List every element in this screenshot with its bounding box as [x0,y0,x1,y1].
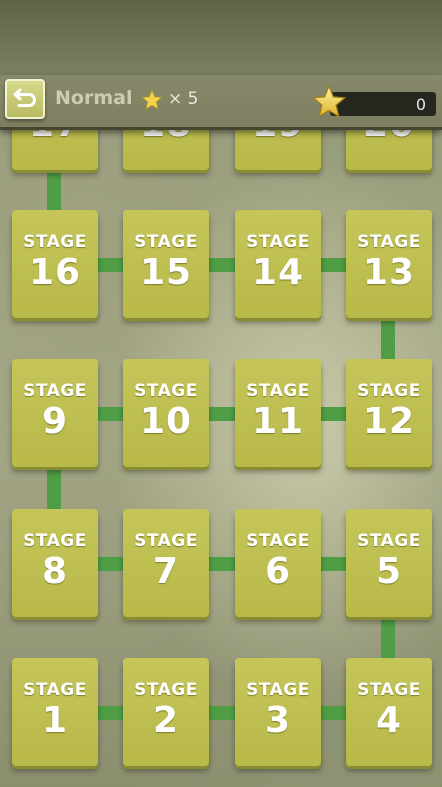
stage-number: 14 [251,252,305,293]
stage-tile-8[interactable]: STAGE 8 [12,509,98,617]
stage-number: 7 [152,551,180,592]
path-connector [97,706,125,720]
star-count: × 5 [168,89,199,109]
top-band-overlay [0,0,442,75]
stage-number: 6 [264,551,292,592]
stage-label: STAGE [23,232,87,252]
stage-number: 5 [375,551,403,592]
stage-label: STAGE [357,680,421,700]
stage-tile-14[interactable]: STAGE 14 [235,210,321,318]
stage-number: 4 [375,700,403,741]
stage-label: STAGE [246,381,310,401]
stage-number: 10 [139,401,193,442]
stage-label: STAGE [357,232,421,252]
path-connector [320,407,348,421]
score-value: 0 [415,95,426,114]
stage-number: 12 [362,401,416,442]
path-connector [381,318,395,363]
star-icon [141,89,163,110]
stage-tile-15[interactable]: STAGE 15 [123,210,209,318]
stage-label: STAGE [357,381,421,401]
stage-tile-1[interactable]: STAGE 1 [12,658,98,766]
stage-tile-4[interactable]: STAGE 4 [346,658,432,766]
stage-number: 8 [41,551,69,592]
stage-label: STAGE [23,531,87,551]
stage-label: STAGE [23,381,87,401]
path-connector [47,467,61,512]
path-connector [47,165,61,215]
path-connector [97,557,125,571]
stage-tile-9[interactable]: STAGE 9 [12,359,98,467]
path-connector [381,617,395,662]
stage-label: STAGE [246,680,310,700]
score-star-icon [311,84,347,118]
path-connector [208,258,236,272]
stage-label: STAGE [134,381,198,401]
stage-label: STAGE [134,531,198,551]
stage-number: 16 [28,252,82,293]
path-connector [208,706,236,720]
header-bar: Normal × 5 0 [0,75,442,130]
stage-number: 11 [251,401,305,442]
stage-tile-16[interactable]: STAGE 16 [12,210,98,318]
path-connector [97,407,125,421]
stage-label: STAGE [357,531,421,551]
path-connector [97,258,125,272]
stage-tile-10[interactable]: STAGE 10 [123,359,209,467]
path-connector [320,258,348,272]
path-connector [208,557,236,571]
stage-tile-12[interactable]: STAGE 12 [346,359,432,467]
stage-tile-11[interactable]: STAGE 11 [235,359,321,467]
stage-tile-6[interactable]: STAGE 6 [235,509,321,617]
stage-number: 13 [362,252,416,293]
stage-number: 1 [41,700,69,741]
back-arrow-icon [13,88,36,107]
stage-label: STAGE [246,232,310,252]
stage-tile-7[interactable]: STAGE 7 [123,509,209,617]
stage-number: 15 [139,252,193,293]
stage-number: 3 [264,700,292,741]
stage-label: STAGE [134,680,198,700]
stage-number: 9 [41,401,69,442]
stage-tile-2[interactable]: STAGE 2 [123,658,209,766]
stage-tile-3[interactable]: STAGE 3 [235,658,321,766]
stage-tile-5[interactable]: STAGE 5 [346,509,432,617]
difficulty-mode-label: Normal [55,87,133,109]
path-connector [320,706,348,720]
stage-number: 2 [152,700,180,741]
stage-label: STAGE [23,680,87,700]
stage-label: STAGE [246,531,310,551]
stage-tile-13[interactable]: STAGE 13 [346,210,432,318]
back-button[interactable] [5,79,45,119]
path-connector [320,557,348,571]
path-connector [208,407,236,421]
stage-label: STAGE [134,232,198,252]
